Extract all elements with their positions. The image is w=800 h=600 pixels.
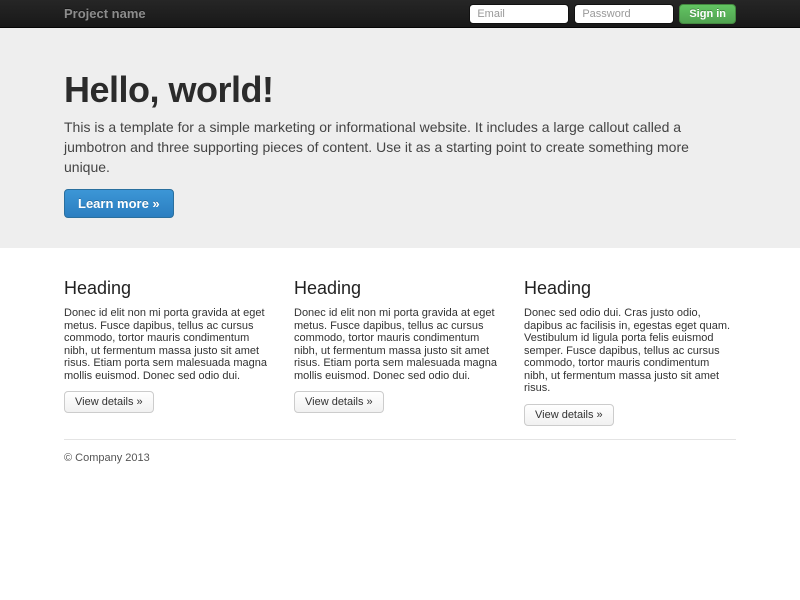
jumbotron-description: This is a template for a simple marketin… (64, 119, 689, 176)
view-details-button-1[interactable]: View details » (64, 391, 154, 414)
copyright-text: © Company 2013 (64, 451, 150, 464)
marketing-section: Heading Donec id elit non mi porta gravi… (64, 248, 736, 464)
column-text: Donec id elit non mi porta gravida at eg… (64, 307, 267, 382)
column-heading: Heading (524, 278, 592, 299)
top-navbar: Project name Sign in (0, 0, 800, 28)
marketing-column-1: Heading Donec id elit non mi porta gravi… (64, 278, 274, 426)
column-heading: Heading (294, 278, 362, 299)
signin-form: Sign in (469, 3, 736, 24)
column-text: Donec id elit non mi porta gravida at eg… (294, 307, 497, 382)
signin-button[interactable]: Sign in (679, 3, 736, 24)
brand-link[interactable]: Project name (64, 6, 146, 21)
column-heading: Heading (64, 278, 132, 299)
columns-row: Heading Donec id elit non mi porta gravi… (64, 278, 736, 426)
jumbotron-container: Hello, world! This is a template for a s… (64, 69, 736, 219)
jumbotron: Hello, world! This is a template for a s… (0, 28, 800, 249)
learn-more-button[interactable]: Learn more » (64, 189, 174, 219)
page-footer: © Company 2013 (64, 452, 736, 464)
marketing-column-3: Heading Donec sed odio dui. Cras justo o… (524, 278, 734, 426)
view-details-button-3[interactable]: View details » (524, 403, 614, 426)
column-text: Donec sed odio dui. Cras justo odio, dap… (524, 307, 731, 395)
footer-divider (64, 438, 736, 440)
email-field[interactable] (469, 3, 570, 24)
view-details-button-2[interactable]: View details » (294, 391, 384, 414)
navbar-container: Project name Sign in (64, 0, 736, 27)
page-title: Hello, world! (64, 69, 274, 110)
marketing-column-2: Heading Donec id elit non mi porta gravi… (294, 278, 504, 426)
password-field[interactable] (574, 3, 675, 24)
